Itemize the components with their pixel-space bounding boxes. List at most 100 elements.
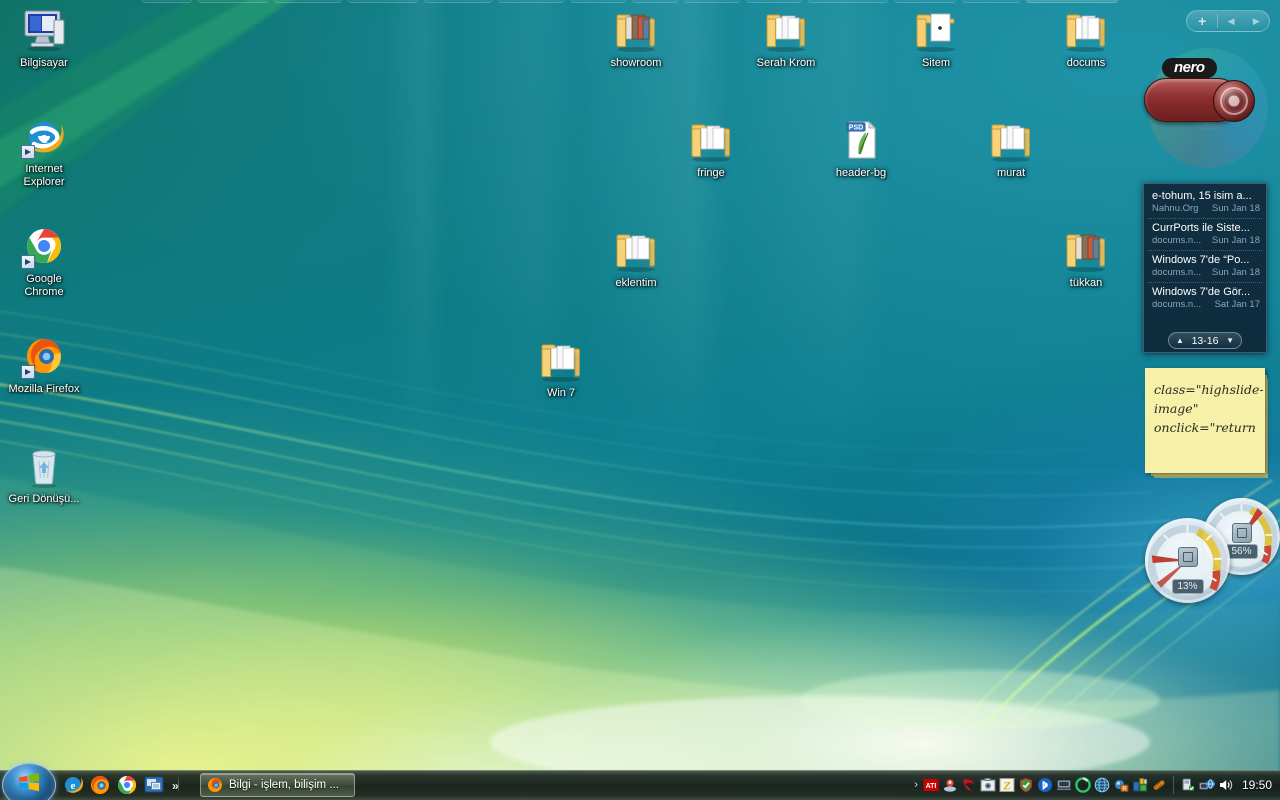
svg-text:PSD: PSD [849, 125, 863, 132]
screenshot-tool-icon[interactable] [980, 777, 996, 793]
folder-files-icon [987, 116, 1035, 164]
desktop-icon-label: docums [1066, 57, 1106, 69]
desktop-icon-label: murat [996, 167, 1026, 179]
desktop-icon-header-bg[interactable]: PSD header-bg [823, 116, 899, 180]
desktop-icon-win-7[interactable]: Win 7 [523, 336, 599, 400]
desktop-icon-google-chrome[interactable]: Google Chrome [6, 222, 82, 298]
ccleaner-icon[interactable] [1075, 777, 1091, 793]
google-chrome-icon[interactable] [116, 774, 138, 796]
desktop-icon-label: tükkan [1069, 277, 1103, 289]
feed-item-title: e-tohum, 15 isim a... [1152, 190, 1252, 202]
desktop-icon-label: Sitem [921, 57, 951, 69]
ie-icon: e [20, 112, 68, 160]
feed-page-up-icon[interactable]: ▲ [1176, 336, 1184, 345]
folder-files-icon [1062, 6, 1110, 54]
note-line: onclick="return [1154, 420, 1256, 435]
feed-item-source: docums.n... [1152, 235, 1202, 246]
sidebar-gadget-controls[interactable]: + ◀ ▶ [1186, 10, 1270, 32]
taskbar-separator [178, 775, 179, 795]
feed-item[interactable]: CurrPorts ile Siste... docums.n... Sun Jan… [1148, 219, 1262, 251]
safely-remove-hardware-icon[interactable] [1180, 777, 1196, 793]
avira-antivirus-icon[interactable] [961, 777, 977, 793]
folder-open-icon [912, 6, 960, 54]
desktop-icon-serah-krom[interactable]: Serah Krom [748, 6, 824, 70]
bluetooth-icon[interactable] [1037, 777, 1053, 793]
network-monitor-icon[interactable] [1056, 777, 1072, 793]
desktop-icon-docums[interactable]: docums [1048, 6, 1124, 70]
security-shield-icon[interactable] [1018, 777, 1034, 793]
ati-catalyst-icon[interactable]: ATI [923, 777, 939, 793]
zonealarm-icon[interactable]: Z [999, 777, 1015, 793]
previous-gadget-icon[interactable]: ◀ [1218, 11, 1243, 31]
mozilla-firefox-icon[interactable] [89, 774, 111, 796]
feed-page-down-icon[interactable]: ▼ [1226, 336, 1234, 345]
desktop-icon-label: header-bg [835, 167, 887, 179]
desktop-icon-mozilla-firefox[interactable]: Mozilla Firefox [6, 332, 82, 396]
desktop-icon-label: fringe [697, 167, 725, 179]
folder-files-icon [762, 6, 810, 54]
folder-files-icon [687, 116, 735, 164]
feed-pager[interactable]: ▲ 13-16 ▼ [1168, 332, 1242, 349]
desktop-icon-geri-d-n[interactable]: Geri Dönüşü... [6, 442, 82, 506]
sticky-note-gadget[interactable]: class="highslide- image" onclick="return [1145, 368, 1265, 473]
feed-list: e-tohum, 15 isim a... Nahnu.Org Sun Jan 18… [1148, 187, 1262, 314]
volume-icon[interactable] [1218, 777, 1234, 793]
winrar-icon[interactable] [1151, 777, 1167, 793]
svg-text:ATI: ATI [926, 783, 937, 790]
taskbar: e » Bilgi - işlem, bilişim ... › ATI Z R… [0, 763, 1280, 800]
feed-item-source: Nahnu.Org [1152, 203, 1199, 214]
feed-item-date: Sat Jan 17 [1214, 299, 1260, 310]
nero-burner-body [1144, 78, 1255, 122]
shortcut-overlay-icon [21, 255, 35, 269]
firefox-icon [20, 332, 68, 380]
start-button[interactable] [2, 763, 56, 800]
feed-item[interactable]: Windows 7'de “Po... docums.n... Sun Jan 18 [1148, 251, 1262, 283]
internet-explorer-icon[interactable]: e [62, 774, 84, 796]
desktop-icon-fringe[interactable]: fringe [673, 116, 749, 180]
cpu-chip-icon [1177, 547, 1198, 568]
desktop-icon-bilgisayar[interactable]: Bilgisayar [6, 6, 82, 70]
desktop-icon-showroom[interactable]: showroom [598, 6, 674, 70]
nero-logo-text: nero [1162, 58, 1217, 78]
desktop-icon-t-kkan[interactable]: tükkan [1048, 226, 1124, 290]
nero-gadget[interactable]: nero [1140, 40, 1272, 180]
feed-item[interactable]: e-tohum, 15 isim a... Nahnu.Org Sun Jan 18 [1148, 187, 1262, 219]
taskbar-clock[interactable]: 19:50 [1242, 778, 1272, 792]
realtek-audio-icon[interactable]: R [1113, 777, 1129, 793]
desktop-icon-sitem[interactable]: Sitem [898, 6, 974, 70]
network-icon[interactable] [1199, 777, 1215, 793]
system-meter-gadget[interactable]: 56% 13% [1145, 498, 1280, 603]
desktop-icon-internet-explorer[interactable]: e Internet Explorer [6, 112, 82, 188]
system-tray: › ATI Z R 19:50 [914, 770, 1276, 800]
feed-headlines-gadget[interactable]: e-tohum, 15 isim a... Nahnu.Org Sun Jan 18… [1143, 183, 1267, 353]
next-gadget-icon[interactable]: ▶ [1244, 11, 1269, 31]
cpu-meter[interactable]: 13% [1145, 518, 1230, 603]
desktop-icon-label: Win 7 [546, 387, 576, 399]
globe-icon[interactable] [1094, 777, 1110, 793]
computer-icon [20, 6, 68, 54]
feed-page-range: 13-16 [1191, 334, 1219, 347]
desktop-icon-murat[interactable]: murat [973, 116, 1049, 180]
desktop-icon-label: Google Chrome [24, 273, 64, 298]
desktop-icon-label: showroom [610, 57, 662, 69]
tray-divider [1172, 776, 1174, 794]
feed-item[interactable]: Windows 7'de Gör... docums.n... Sat Jan 17 [1148, 283, 1262, 314]
feed-item-title: Windows 7'de “Po... [1152, 254, 1250, 266]
recyclebin-icon [20, 442, 68, 490]
tray-expand-icon[interactable]: › [914, 779, 918, 791]
folder-docs-icon [612, 6, 660, 54]
chrome-icon [20, 222, 68, 270]
svg-text:Z: Z [1002, 779, 1011, 793]
feed-item-source: docums.n... [1152, 267, 1202, 278]
gadget-manager-icon[interactable] [1132, 777, 1148, 793]
daemon-tools-icon[interactable] [942, 777, 958, 793]
svg-text:e: e [71, 780, 76, 792]
add-gadget-icon[interactable]: + [1187, 11, 1217, 31]
show-desktop-icon[interactable] [143, 774, 165, 796]
taskbar-window-button[interactable]: Bilgi - işlem, bilişim ... [200, 773, 355, 797]
windows-logo-icon [19, 773, 39, 792]
psd-icon: PSD [837, 116, 885, 164]
desktop-icon-eklentim[interactable]: eklentim [598, 226, 674, 290]
desktop-icon-label: Serah Krom [756, 57, 816, 69]
shortcut-overlay-icon [21, 365, 35, 379]
